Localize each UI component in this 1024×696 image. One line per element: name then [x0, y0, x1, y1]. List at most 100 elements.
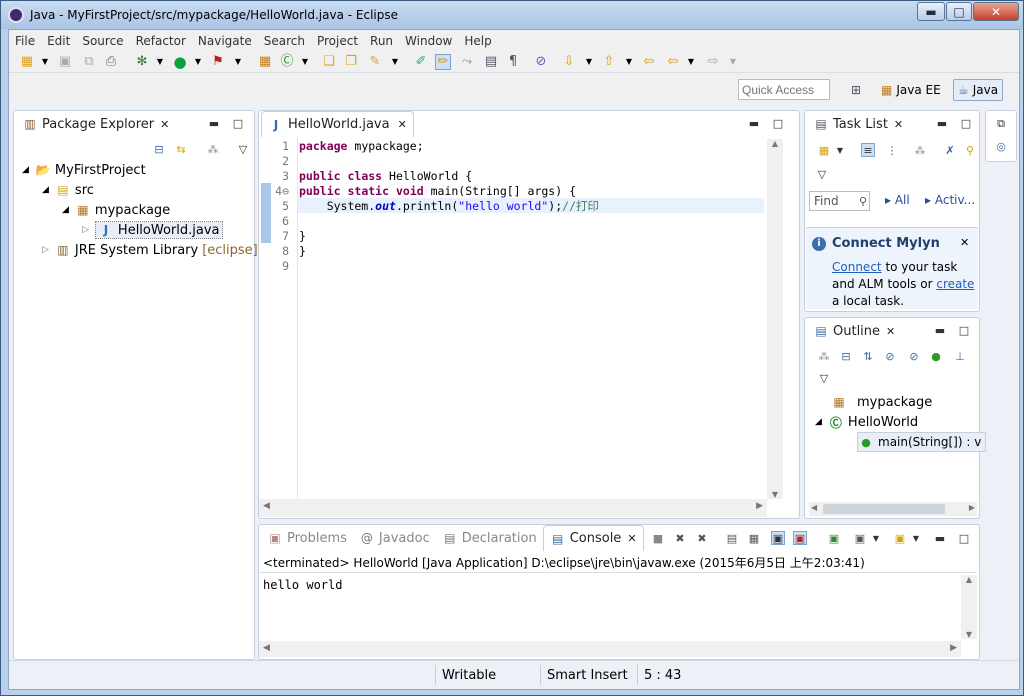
code-area[interactable]: 1 package mypackage; 2 3 public class HelloW…	[259, 139, 764, 499]
find-input[interactable]: Find ⚲	[809, 191, 870, 211]
scroll-left-icon[interactable]: ◀	[811, 503, 817, 512]
collapsed-icon[interactable]: ▷	[42, 245, 49, 255]
menu-item-edit[interactable]: Edit	[41, 34, 76, 48]
search-icon[interactable]: ✎	[367, 54, 383, 70]
close-button[interactable]: ✕	[973, 2, 1019, 21]
horizontal-scrollbar[interactable]: ◀ ▶	[809, 502, 977, 516]
categorized-icon[interactable]: ≡	[861, 143, 875, 157]
minimize-icon[interactable]: ▬	[933, 323, 947, 337]
minimize-button[interactable]: ▬	[917, 2, 945, 21]
hide-local-types-icon[interactable]: ⊥	[953, 349, 967, 363]
outline-item-package[interactable]: ▦ mypackage	[831, 392, 932, 412]
menu-item-help[interactable]: Help	[458, 34, 497, 48]
dropdown-icon[interactable]: ▼	[152, 54, 168, 70]
expanded-icon[interactable]: ◢	[42, 185, 49, 195]
vertical-scrollbar[interactable]: ▲ ▼	[961, 575, 977, 639]
outline-item-method[interactable]: ● main(String[]) : v	[857, 432, 987, 452]
synchronize-icon[interactable]: ⚲	[963, 143, 977, 157]
show-on-output-icon[interactable]: ▣	[771, 531, 785, 545]
minimize-icon[interactable]: ▬	[207, 116, 221, 130]
maximize-icon[interactable]: □	[959, 116, 973, 130]
scroll-down-icon[interactable]: ▼	[767, 490, 783, 499]
previous-annotation-icon[interactable]: ⇧	[601, 54, 617, 70]
console-output[interactable]: hello world	[263, 578, 342, 592]
minimize-icon[interactable]: ▬	[935, 116, 949, 130]
sort-icon[interactable]: ⇅	[861, 349, 875, 363]
activate-filter[interactable]: ▸ Activ...	[925, 193, 975, 207]
scheduled-icon[interactable]: ⋮	[885, 143, 899, 157]
collapsed-icon[interactable]: ▷	[82, 225, 89, 235]
close-icon[interactable]: ✕	[160, 118, 169, 131]
tree-item-jre[interactable]: ▷ ▥ JRE System Library [eclipse]	[42, 240, 258, 260]
terminate-icon[interactable]: ■	[651, 531, 665, 545]
tab-declaration[interactable]: ▤ Declaration	[436, 525, 543, 551]
view-menu-icon[interactable]: ▽	[815, 167, 829, 181]
scroll-lock-icon[interactable]: ▦	[747, 531, 761, 545]
collapse-all-icon[interactable]: ⊟	[152, 142, 166, 156]
block-selection-icon[interactable]: ⤳	[459, 54, 475, 70]
quick-access-input[interactable]	[738, 79, 830, 100]
menu-item-window[interactable]: Window	[399, 34, 458, 48]
clear-console-icon[interactable]: ▤	[725, 531, 739, 545]
hide-nonpublic-icon[interactable]: ●	[929, 349, 943, 363]
tree-item-project[interactable]: ◢ 📂 MyFirstProject	[22, 160, 146, 180]
create-link[interactable]: create	[936, 277, 974, 291]
tab-outline[interactable]: ▤ Outline ✕	[807, 318, 901, 344]
close-icon[interactable]: ✕	[398, 118, 407, 131]
toggle-mark-icon[interactable]: ✐	[413, 54, 429, 70]
new-task-icon[interactable]: ▦	[817, 143, 831, 157]
mark-occurrences-icon[interactable]: ✏	[435, 54, 451, 70]
remove-all-icon[interactable]: ✖	[695, 531, 709, 545]
expanded-icon[interactable]: ◢	[815, 417, 822, 427]
new-icon[interactable]: ▦	[19, 54, 35, 70]
hide-completed-icon[interactable]: ✗	[943, 143, 957, 157]
hide-static-icon[interactable]: ⊘	[907, 349, 921, 363]
dropdown-icon[interactable]: ▼	[683, 54, 699, 70]
perspective-java[interactable]: ☕ Java	[953, 79, 1004, 101]
show-on-error-icon[interactable]: ▣	[793, 531, 807, 545]
perspective-java-ee[interactable]: ▦ Java EE	[877, 79, 945, 101]
focus-icon[interactable]: ⁂	[913, 143, 927, 157]
scroll-up-icon[interactable]: ▲	[767, 139, 783, 148]
code-line[interactable]: public class HelloWorld {	[299, 169, 472, 184]
new-java-package-icon[interactable]: ▦	[257, 54, 273, 70]
code-line[interactable]: public static void main(String[] args) {	[299, 184, 576, 199]
print-icon[interactable]: ⎙	[103, 54, 119, 70]
tree-item-file[interactable]: ▷ J HelloWorld.java	[82, 220, 223, 240]
connect-link[interactable]: Connect	[832, 260, 882, 274]
menu-item-search[interactable]: Search	[258, 34, 311, 48]
debug-icon[interactable]: ✻	[134, 54, 150, 70]
menu-item-source[interactable]: Source	[76, 34, 129, 48]
dropdown-icon[interactable]: ▼	[833, 143, 847, 157]
dropdown-icon[interactable]: ▼	[190, 54, 206, 70]
new-java-class-icon[interactable]: Ⓒ	[279, 54, 295, 70]
scroll-thumb[interactable]	[823, 504, 945, 514]
tab-javadoc[interactable]: @ Javadoc	[353, 525, 436, 551]
menu-item-refactor[interactable]: Refactor	[130, 34, 192, 48]
scroll-right-icon[interactable]: ▶	[950, 643, 957, 653]
focus-icon[interactable]: ⁂	[206, 142, 220, 156]
last-edit-icon[interactable]: ⇦	[641, 54, 657, 70]
menu-item-project[interactable]: Project	[311, 34, 364, 48]
open-folder-icon[interactable]: ❐	[343, 54, 359, 70]
open-perspective-button[interactable]: ⊞	[847, 79, 865, 101]
open-console-icon[interactable]: ▣	[893, 531, 907, 545]
code-line[interactable]: }	[299, 244, 306, 259]
horizontal-scrollbar[interactable]: ◀ ▶	[259, 641, 961, 657]
outline-item-class[interactable]: ◢ Ⓒ HelloWorld	[815, 412, 918, 432]
dropdown-icon[interactable]: ▼	[581, 54, 597, 70]
hide-fields-icon[interactable]: ⊘	[883, 349, 897, 363]
tab-problems[interactable]: ▣ Problems	[261, 525, 353, 551]
task-repositories-icon[interactable]: ◎	[994, 139, 1008, 153]
all-filter[interactable]: ▸ All	[885, 193, 910, 207]
display-console-icon[interactable]: ▣	[853, 531, 867, 545]
horizontal-scrollbar[interactable]: ◀ ▶	[259, 499, 767, 517]
open-type-icon[interactable]: ❏	[321, 54, 337, 70]
view-menu-icon[interactable]: ▽	[817, 371, 831, 385]
dropdown-icon[interactable]: ▼	[37, 54, 53, 70]
expanded-icon[interactable]: ◢	[22, 165, 29, 175]
pilcrow-icon[interactable]: ¶	[505, 54, 521, 70]
dropdown-icon[interactable]: ▼	[387, 54, 403, 70]
pin-console-icon[interactable]: ▣	[827, 531, 841, 545]
link-with-editor-icon[interactable]: ⇆	[174, 142, 188, 156]
